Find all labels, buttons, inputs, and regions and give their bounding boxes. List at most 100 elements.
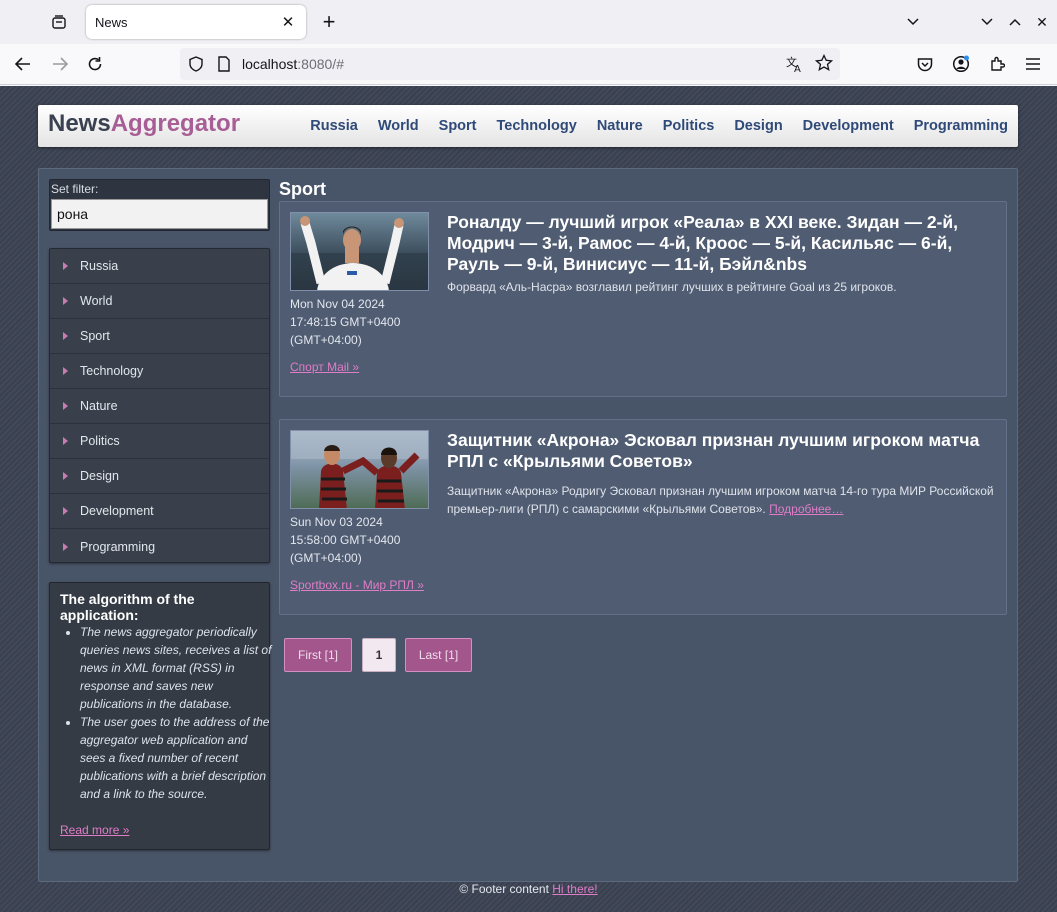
news-description-text: Защитник «Акрона» Родригу Эсковал призна…	[447, 484, 994, 516]
top-menu-programming[interactable]: Programming	[914, 118, 1008, 134]
news-description: Форвард «Аль-Насра» возглавил рейтинг лу…	[447, 278, 1002, 296]
top-menu-russia[interactable]: Russia	[310, 118, 358, 134]
pocket-icon[interactable]	[911, 50, 939, 78]
address-bar[interactable]: localhost:8080/# 文A	[180, 48, 840, 80]
sidebar-menu: Russia World Sport Technology Nature Pol…	[49, 248, 270, 563]
arrow-right-icon	[63, 262, 68, 270]
news-thumbnail[interactable]	[290, 430, 429, 509]
browser-tab-bar: News ✕ + ✕	[0, 0, 1057, 44]
top-menu-development[interactable]: Development	[803, 118, 894, 134]
top-menu-technology[interactable]: Technology	[497, 118, 577, 134]
sidebar-item-label: Sport	[80, 329, 110, 343]
sidebar-item-design[interactable]: Design	[50, 459, 269, 494]
top-menu-nature[interactable]: Nature	[597, 118, 643, 134]
url-text: localhost:8080/#	[242, 56, 344, 72]
top-menu-politics[interactable]: Politics	[663, 118, 715, 134]
logo-part-aggregator: Aggregator	[110, 110, 241, 137]
arrow-right-icon	[63, 402, 68, 410]
news-source-link[interactable]: Sportbox.ru - Мир РПЛ »	[290, 578, 424, 592]
svg-text:A: A	[794, 64, 801, 73]
sidebar-item-nature[interactable]: Nature	[50, 389, 269, 424]
algorithm-box: The algorithm of the application: The ne…	[49, 582, 272, 850]
read-more-link[interactable]: Read more »	[60, 823, 129, 837]
minimize-icon[interactable]	[975, 10, 999, 34]
sidebar-item-development[interactable]: Development	[50, 494, 269, 529]
footer-link[interactable]: Hi there!	[552, 882, 597, 896]
top-menu: Russia World Sport Technology Nature Pol…	[290, 118, 1008, 134]
bookmark-star-icon[interactable]	[814, 53, 834, 77]
url-path: :8080/#	[297, 56, 344, 72]
sidebar-item-label: Politics	[80, 434, 120, 448]
sidebar-item-label: Nature	[80, 399, 118, 413]
translate-icon[interactable]: 文A	[786, 55, 804, 76]
news-description: Защитник «Акрона» Родригу Эсковал призна…	[447, 482, 1002, 518]
news-source-link[interactable]: Спорт Mail »	[290, 360, 359, 374]
sidebar-item-label: Design	[80, 469, 119, 483]
tab-manager-icon[interactable]	[44, 8, 74, 36]
app-menu-icon[interactable]	[1019, 50, 1047, 78]
site-logo[interactable]: NewsAggregator	[48, 110, 240, 138]
algorithm-title: The algorithm of the application:	[60, 591, 195, 623]
sidebar-item-world[interactable]: World	[50, 284, 269, 319]
account-icon[interactable]	[947, 50, 975, 78]
extensions-icon[interactable]	[983, 50, 1011, 78]
filter-input[interactable]	[51, 199, 268, 229]
site-header: NewsAggregator Russia World Sport Techno…	[38, 105, 1018, 147]
tab-title: News	[95, 14, 128, 30]
arrow-right-icon	[63, 507, 68, 515]
arrow-right-icon	[63, 542, 68, 551]
top-menu-sport[interactable]: Sport	[439, 118, 477, 134]
algorithm-point: The user goes to the address of the aggr…	[80, 713, 272, 803]
new-tab-icon[interactable]: +	[315, 8, 343, 36]
page-viewport: NewsAggregator Russia World Sport Techno…	[0, 86, 1057, 912]
sidebar-item-label: Russia	[80, 259, 119, 273]
news-more-link[interactable]: Подробнее…	[769, 502, 843, 516]
content-area: Set filter: Russia World Sport Technolog…	[38, 168, 1018, 882]
news-title[interactable]: Защитник «Акрона» Эсковал признан лучшим…	[447, 430, 1002, 472]
back-icon[interactable]	[9, 50, 37, 78]
tracking-protection-icon[interactable]	[188, 56, 204, 77]
news-item: Mon Nov 04 2024 17:48:15 GMT+0400 (GMT+0…	[279, 201, 1007, 397]
arrow-right-icon	[63, 472, 68, 480]
category-title: Sport	[279, 179, 326, 199]
sidebar-item-technology[interactable]: Technology	[50, 354, 269, 389]
news-date: Mon Nov 04 2024 17:48:15 GMT+0400 (GMT+0…	[290, 297, 401, 347]
sidebar-item-programming[interactable]: Programming	[50, 529, 269, 564]
sidebar-item-label: Technology	[80, 364, 144, 378]
arrow-right-icon	[63, 367, 68, 375]
browser-tab-active[interactable]: News ✕	[86, 5, 306, 39]
filter-label: Set filter:	[51, 182, 99, 196]
url-host: localhost	[242, 56, 298, 72]
sidebar-item-politics[interactable]: Politics	[50, 424, 269, 459]
arrow-right-icon	[63, 332, 68, 340]
pagination-last-button[interactable]: Last [1]	[405, 638, 472, 672]
arrow-right-icon	[63, 297, 68, 305]
sidebar-item-label: Development	[80, 504, 154, 518]
forward-icon[interactable]	[46, 50, 74, 78]
page-info-icon[interactable]	[217, 56, 231, 77]
news-item: Sun Nov 03 2024 15:58:00 GMT+0400 (GMT+0…	[279, 419, 1007, 615]
news-description-text: Форвард «Аль-Насра» возглавил рейтинг лу…	[447, 280, 897, 294]
sidebar-item-russia[interactable]: Russia	[50, 249, 269, 284]
footer-text: © Footer content	[459, 882, 549, 896]
sidebar-item-label: World	[80, 294, 113, 308]
arrow-right-icon	[63, 437, 68, 445]
sidebar-item-sport[interactable]: Sport	[50, 319, 269, 354]
close-tab-icon[interactable]: ✕	[278, 12, 298, 32]
algorithm-list: The news aggregator periodically queries…	[80, 623, 272, 803]
close-window-icon[interactable]: ✕	[1030, 10, 1054, 34]
news-thumbnail[interactable]	[290, 212, 429, 291]
browser-toolbar: localhost:8080/# 文A	[0, 44, 1057, 85]
pagination-first-button[interactable]: First [1]	[284, 638, 352, 672]
top-menu-world[interactable]: World	[378, 118, 419, 134]
news-title[interactable]: Роналду — лучший игрок «Реала» в XXI век…	[447, 212, 1002, 275]
site-footer: © Footer content Hi there!	[0, 882, 1057, 896]
list-all-tabs-icon[interactable]	[901, 10, 925, 34]
sidebar-item-label: Programming	[80, 539, 156, 554]
news-date: Sun Nov 03 2024 15:58:00 GMT+0400 (GMT+0…	[290, 515, 401, 565]
maximize-icon[interactable]	[1003, 10, 1027, 34]
filter-box: Set filter:	[49, 179, 270, 231]
top-menu-design[interactable]: Design	[734, 118, 782, 134]
pagination-current-page: 1	[362, 638, 396, 672]
reload-icon[interactable]	[81, 50, 109, 78]
